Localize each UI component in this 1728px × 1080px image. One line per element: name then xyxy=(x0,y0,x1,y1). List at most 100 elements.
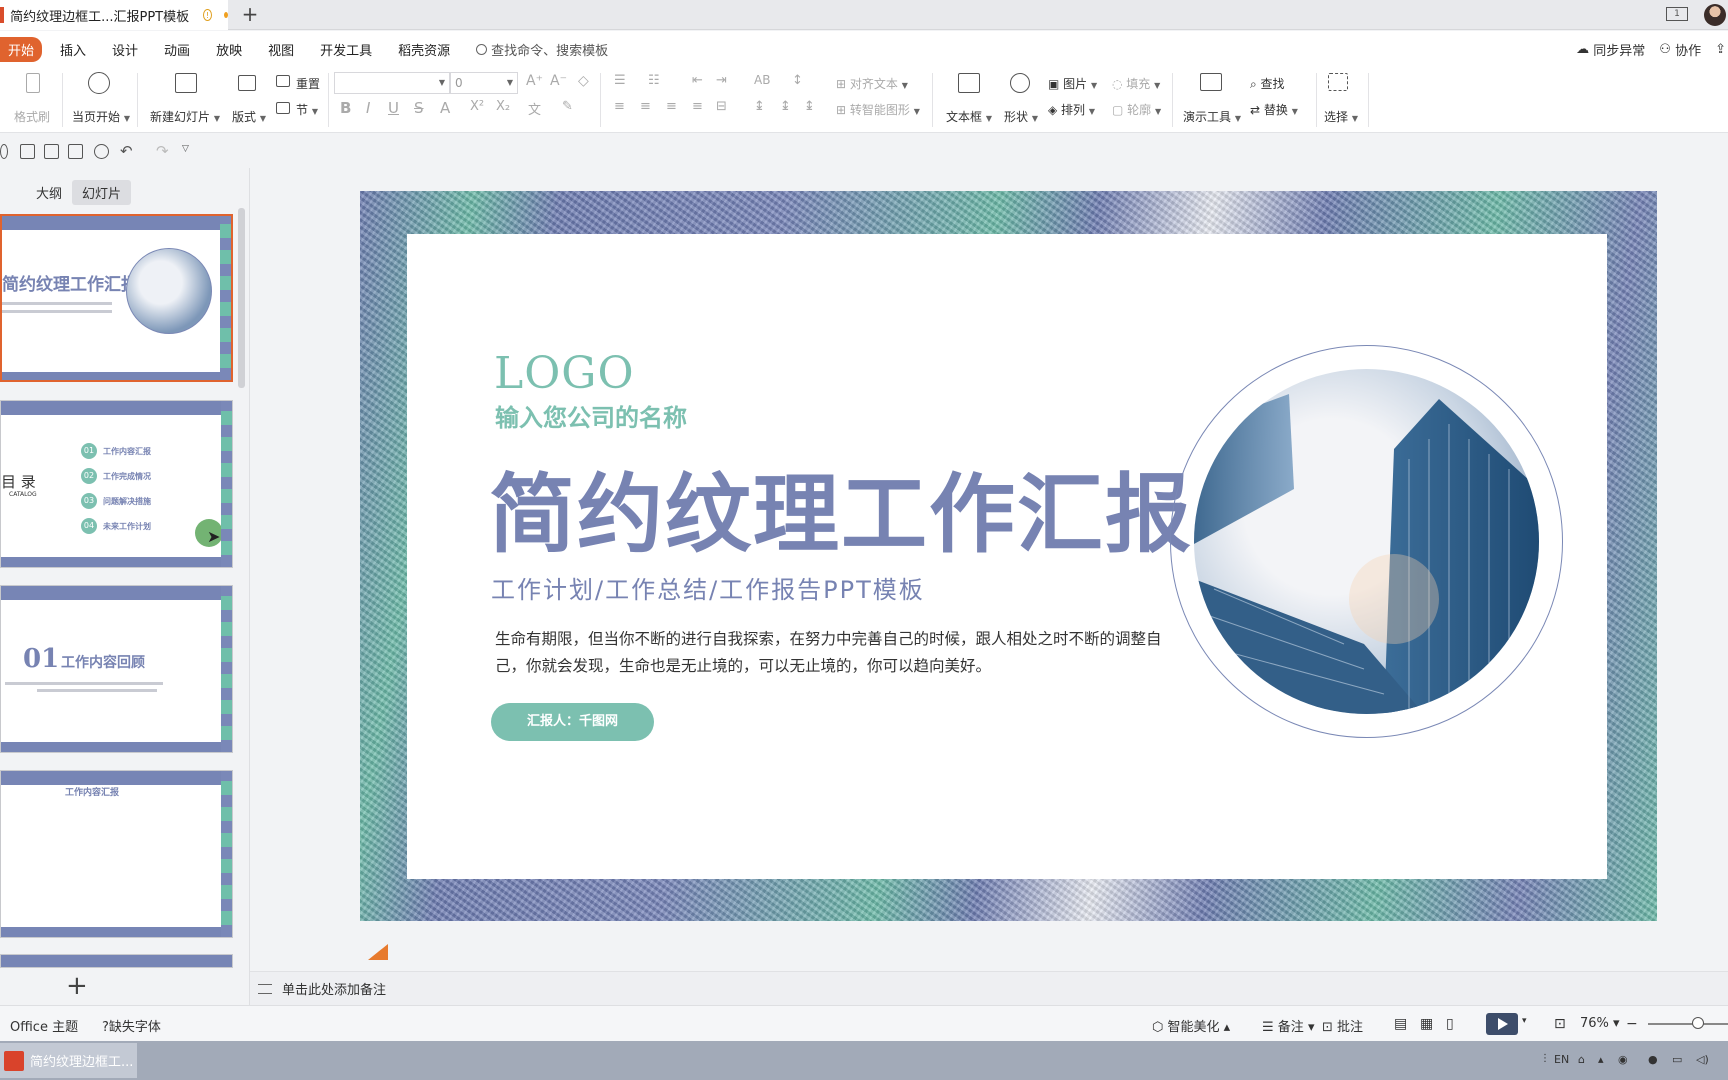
new-tab-button[interactable]: + xyxy=(238,3,262,27)
redo-icon[interactable]: ↷ xyxy=(156,142,169,160)
increase-font-icon[interactable]: A⁺ xyxy=(526,73,543,89)
customize-icon[interactable]: ▽ xyxy=(182,144,189,154)
section-button[interactable]: 节 ▼ xyxy=(296,101,318,118)
slide-thumbnail-2[interactable]: 目 录 CATALOG 01 工作内容汇报 02 工作完成情况 03 问题解决措施 0… xyxy=(0,400,233,568)
zoom-slider-handle[interactable] xyxy=(1692,1017,1704,1029)
export-icon[interactable] xyxy=(44,144,59,159)
font-name-select[interactable]: ▼ xyxy=(334,72,450,94)
zoom-out-icon[interactable]: − xyxy=(1626,1016,1638,1032)
para-spacing-icon[interactable]: ↨ xyxy=(780,99,791,114)
slide-thumbnail-3[interactable]: 01 工作内容回顾 xyxy=(0,585,233,753)
slide-thumbnail-5[interactable] xyxy=(0,954,233,968)
building-photo[interactable] xyxy=(1194,369,1539,714)
save-icon[interactable] xyxy=(20,144,35,159)
taskbar-wps-item[interactable]: 简约纹理边框工... xyxy=(0,1043,137,1078)
picture-button[interactable]: ▣ 图片 ▼ xyxy=(1048,75,1097,92)
undo-icon[interactable]: ↶ xyxy=(120,142,133,160)
play-from-current-button[interactable]: 当页开始 ▼ xyxy=(72,108,130,125)
superscript-icon[interactable]: X² xyxy=(470,99,484,114)
slide-body-text[interactable]: 生命有期限，但当你不断的进行自我探索，在努力中完善自己的时候，跟人相处之时不断的… xyxy=(495,626,1175,680)
volume-icon[interactable]: ◁) xyxy=(1696,1053,1709,1066)
slide[interactable]: LOGO 输入您公司的名称 简约纹理工作汇报 工作计划/工作总结/工作报告PPT… xyxy=(360,191,1657,921)
tab-slides[interactable]: 幻灯片 xyxy=(72,180,132,205)
line-spacing-icon[interactable]: ↨ xyxy=(754,99,765,114)
slide-reporter-pill[interactable]: 汇报人：千图网 xyxy=(491,703,654,741)
fill-button[interactable]: ◌ 填充 ▼ xyxy=(1112,75,1160,92)
find-button[interactable]: ⌕ 查找 xyxy=(1250,75,1285,92)
align-center-icon[interactable]: ≡ xyxy=(640,99,651,114)
sort-icon[interactable]: ↕ xyxy=(792,73,803,88)
theme-label[interactable]: Office 主题 xyxy=(10,1016,78,1035)
menu-slideshow[interactable]: 放映 xyxy=(216,40,242,59)
spacing-more-icon[interactable]: ↨ xyxy=(804,99,815,114)
select-button[interactable]: 选择 ▼ xyxy=(1324,108,1358,125)
slide-company-name[interactable]: 输入您公司的名称 xyxy=(495,398,687,433)
layout-button[interactable]: 版式 ▼ xyxy=(232,108,266,125)
sync-status-button[interactable]: ☁ 同步异常 xyxy=(1576,40,1645,59)
zoom-level[interactable]: 76% ▾ xyxy=(1580,1016,1620,1031)
beautify-button[interactable]: ⬡ 智能美化 ▴ xyxy=(1152,1016,1230,1035)
arrange-button[interactable]: ◈ 排列 ▼ xyxy=(1048,101,1095,118)
bold-icon[interactable]: B xyxy=(340,99,351,117)
italic-icon[interactable]: I xyxy=(366,99,370,117)
thumbnail-scrollbar[interactable] xyxy=(238,208,245,388)
menu-icon[interactable] xyxy=(0,144,8,159)
slideshow-play-button[interactable] xyxy=(1486,1013,1518,1035)
highlight-icon[interactable]: ✎ xyxy=(562,99,573,114)
window-switch-icon[interactable]: 1 xyxy=(1666,7,1688,21)
reset-button[interactable]: 重置 xyxy=(296,75,320,92)
menu-docer[interactable]: 稻壳资源 xyxy=(398,40,450,59)
strikethrough-icon[interactable]: S xyxy=(414,99,424,117)
text-direction-icon[interactable]: AB xyxy=(754,73,770,87)
replace-button[interactable]: ⇄ 替换 ▼ xyxy=(1250,101,1298,118)
menu-home[interactable]: 开始 xyxy=(0,36,43,62)
display-icon[interactable]: ▭ xyxy=(1672,1053,1682,1066)
collaborate-button[interactable]: ⚇ 协作 xyxy=(1659,40,1701,59)
sorter-view-icon[interactable]: ▦ xyxy=(1420,1016,1433,1032)
menu-animation[interactable]: 动画 xyxy=(164,40,190,59)
comments-button[interactable]: ⊡ 批注 xyxy=(1322,1016,1363,1035)
distribute-icon[interactable]: ⊟ xyxy=(716,99,727,114)
increase-indent-icon[interactable]: ⇥ xyxy=(716,73,727,88)
decrease-indent-icon[interactable]: ⇤ xyxy=(692,73,703,88)
clear-format-icon[interactable]: ◇ xyxy=(578,73,589,89)
avatar[interactable] xyxy=(1704,4,1726,26)
reading-view-icon[interactable]: ▯ xyxy=(1446,1016,1454,1032)
play-options-icon[interactable]: ▾ xyxy=(1522,1016,1527,1026)
notes-toggle-button[interactable]: ☰ 备注 ▾ xyxy=(1262,1016,1314,1035)
present-tools-button[interactable]: 演示工具 ▼ xyxy=(1183,108,1241,125)
missing-font-button[interactable]: ?缺失字体 xyxy=(102,1016,161,1035)
subscript-icon[interactable]: X₂ xyxy=(496,99,510,114)
add-slide-button[interactable]: + xyxy=(66,971,88,1001)
menu-design[interactable]: 设计 xyxy=(112,40,138,59)
outline-button[interactable]: ▢ 轮廓 ▼ xyxy=(1112,101,1161,118)
slide-thumbnail-4[interactable]: 工作内容汇报 xyxy=(0,770,233,938)
print-icon[interactable] xyxy=(68,144,83,159)
align-right-icon[interactable]: ≡ xyxy=(666,99,677,114)
slide-title[interactable]: 简约纹理工作汇报 xyxy=(489,444,1193,569)
menu-view[interactable]: 视图 xyxy=(268,40,294,59)
share-icon[interactable]: ⇪ xyxy=(1715,42,1726,57)
tab-outline[interactable]: 大纲 xyxy=(26,180,72,205)
align-left-icon[interactable]: ≡ xyxy=(614,99,625,114)
decrease-font-icon[interactable]: A⁻ xyxy=(550,73,567,89)
qq-icon[interactable]: ● xyxy=(1648,1053,1658,1066)
notes-pane[interactable]: 单击此处添加备注 xyxy=(250,971,1728,1005)
slide-subtitle[interactable]: 工作计划/工作总结/工作报告PPT模板 xyxy=(491,570,925,605)
bullets-icon[interactable]: ☰ xyxy=(614,73,626,88)
smart-shape-button[interactable]: ⊞ 转智能图形 ▼ xyxy=(836,101,920,118)
format-painter-button[interactable]: 格式刷 xyxy=(14,108,50,125)
numbering-icon[interactable]: ☷ xyxy=(648,73,660,88)
underline-icon[interactable]: U xyxy=(388,99,399,117)
normal-view-icon[interactable]: ▤ xyxy=(1394,1016,1407,1032)
textbox-button[interactable]: 文本框 ▼ xyxy=(946,108,992,125)
slide-logo[interactable]: LOGO xyxy=(494,348,635,399)
justify-icon[interactable]: ≡ xyxy=(692,99,703,114)
shape-button[interactable]: 形状 ▼ xyxy=(1004,108,1038,125)
font-size-select[interactable]: 0 ▼ xyxy=(450,72,518,94)
document-tab[interactable]: 简约纹理边框工...汇报PPT模板 ! xyxy=(0,0,228,30)
network-icon[interactable]: ⌂ xyxy=(1578,1053,1585,1066)
fit-window-icon[interactable]: ⊡ xyxy=(1554,1016,1566,1032)
tray-expand-icon[interactable]: ▴ xyxy=(1598,1053,1604,1066)
warning-icon[interactable]: ! xyxy=(203,9,212,21)
